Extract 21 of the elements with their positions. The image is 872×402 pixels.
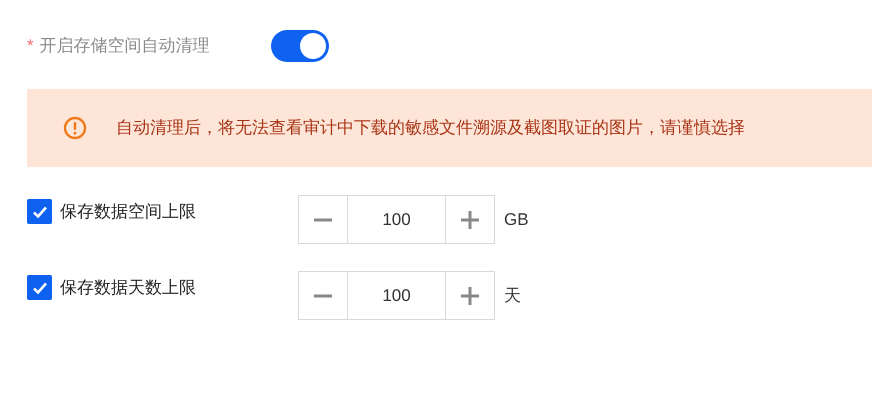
setting-label: 开启存储空间自动清理: [40, 35, 211, 58]
toggle-switch[interactable]: [270, 30, 329, 62]
unit-label: GB: [504, 208, 529, 231]
increment-button[interactable]: [445, 195, 495, 244]
plus-icon: [461, 286, 479, 304]
limit-label: 保存数据天数上限: [60, 277, 196, 299]
number-input[interactable]: 100: [348, 195, 445, 244]
decrement-button[interactable]: [298, 195, 348, 244]
decrement-button[interactable]: [298, 271, 348, 320]
warning-icon: [63, 116, 87, 140]
minus-icon: [314, 218, 332, 222]
increment-button[interactable]: [445, 271, 495, 320]
required-mark: *: [27, 35, 34, 58]
minus-icon: [314, 294, 332, 298]
number-input[interactable]: 100: [348, 271, 445, 320]
warning-text: 自动清理后，将无法查看审计中下载的敏感文件溯源及截图取证的图片，请谨慎选择: [116, 117, 745, 140]
unit-label: 天: [504, 284, 521, 307]
plus-icon: [461, 210, 479, 228]
checkbox[interactable]: [27, 199, 52, 224]
checkbox[interactable]: [27, 275, 52, 300]
limit-label: 保存数据空间上限: [60, 201, 196, 223]
